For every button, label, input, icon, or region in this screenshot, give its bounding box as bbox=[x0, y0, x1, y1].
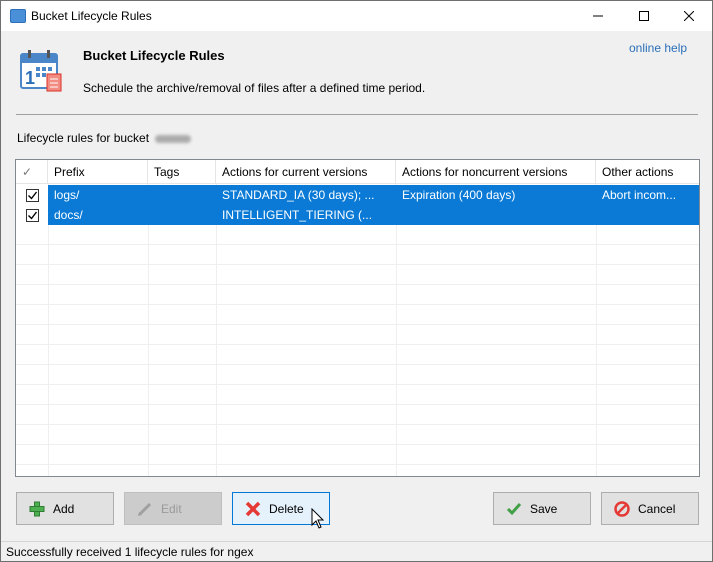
close-button[interactable] bbox=[666, 1, 712, 31]
column-header-noncurrent-actions[interactable]: Actions for noncurrent versions bbox=[396, 160, 596, 184]
maximize-icon bbox=[639, 11, 649, 21]
empty-row bbox=[16, 385, 699, 405]
rules-table[interactable]: ✓ Prefix Tags Actions for current versio… bbox=[15, 159, 700, 477]
table-header: ✓ Prefix Tags Actions for current versio… bbox=[16, 160, 699, 184]
save-button[interactable]: Save bbox=[493, 492, 591, 525]
table-row[interactable]: docs/ INTELLIGENT_TIERING (... bbox=[16, 205, 699, 225]
status-text: Successfully received 1 lifecycle rules … bbox=[6, 545, 254, 559]
edit-button-label: Edit bbox=[161, 501, 182, 516]
save-button-label: Save bbox=[530, 501, 558, 516]
online-help-link[interactable]: online help bbox=[629, 41, 687, 55]
empty-row bbox=[16, 325, 699, 345]
empty-row bbox=[16, 345, 699, 365]
add-button-label: Add bbox=[53, 501, 75, 516]
cell-current-actions: INTELLIGENT_TIERING (... bbox=[222, 208, 373, 222]
rules-label-text: Lifecycle rules for bucket bbox=[17, 131, 150, 145]
dialog-header: 1 Bucket Lifecycle Rules Schedule the ar… bbox=[1, 31, 712, 101]
window-title: Bucket Lifecycle Rules bbox=[31, 9, 152, 23]
column-header-tags[interactable]: Tags bbox=[148, 160, 216, 184]
empty-row bbox=[16, 405, 699, 425]
empty-row bbox=[16, 285, 699, 305]
cell-other-actions bbox=[596, 205, 699, 225]
empty-row bbox=[16, 225, 699, 245]
close-icon bbox=[684, 11, 694, 21]
row-checkbox-cell[interactable] bbox=[16, 205, 48, 225]
empty-row bbox=[16, 265, 699, 285]
edit-button[interactable]: Edit bbox=[124, 492, 222, 525]
calendar-icon: 1 bbox=[20, 50, 62, 92]
column-header-current-actions[interactable]: Actions for current versions bbox=[216, 160, 396, 184]
row-checkbox[interactable] bbox=[25, 208, 39, 222]
mouse-cursor-icon bbox=[311, 508, 325, 529]
delete-button-label: Delete bbox=[269, 501, 304, 516]
column-header-other-actions[interactable]: Other actions bbox=[596, 160, 699, 184]
empty-row bbox=[16, 245, 699, 265]
pencil-icon bbox=[138, 502, 152, 516]
delete-x-icon bbox=[245, 501, 261, 516]
cancel-icon bbox=[614, 500, 630, 517]
checkmark-icon bbox=[27, 211, 37, 220]
checkmark-save-icon bbox=[506, 502, 522, 515]
minimize-button[interactable] bbox=[575, 1, 621, 31]
title-bar[interactable]: Bucket Lifecycle Rules bbox=[1, 1, 712, 31]
rules-label: Lifecycle rules for bucket bbox=[17, 131, 192, 145]
cell-tags bbox=[148, 205, 216, 225]
column-header-prefix[interactable]: Prefix bbox=[48, 160, 148, 184]
checkmark-icon bbox=[27, 191, 37, 200]
empty-row bbox=[16, 305, 699, 325]
svg-text:1: 1 bbox=[25, 68, 35, 88]
status-bar: Successfully received 1 lifecycle rules … bbox=[1, 541, 712, 561]
cell-noncurrent-actions bbox=[396, 205, 596, 225]
cell-prefix: logs/ bbox=[54, 188, 80, 202]
column-header-check[interactable]: ✓ bbox=[16, 160, 48, 184]
empty-row bbox=[16, 445, 699, 465]
cell-current-actions: STANDARD_IA (30 days); ... bbox=[222, 188, 375, 202]
app-icon bbox=[10, 9, 26, 23]
empty-row bbox=[16, 425, 699, 445]
cancel-button-label: Cancel bbox=[638, 501, 676, 516]
maximize-button[interactable] bbox=[621, 1, 667, 31]
cell-prefix: docs/ bbox=[54, 208, 83, 222]
row-checkbox-cell[interactable] bbox=[16, 185, 48, 205]
bucket-name-blurred bbox=[155, 134, 192, 143]
dialog-window: Bucket Lifecycle Rules 1 Bucket Lifecycl… bbox=[0, 0, 713, 562]
plus-icon bbox=[29, 501, 45, 516]
header-separator bbox=[16, 114, 698, 115]
cell-tags bbox=[148, 185, 216, 205]
empty-row bbox=[16, 365, 699, 385]
cell-noncurrent-actions: Expiration (400 days) bbox=[402, 188, 516, 202]
row-checkbox[interactable] bbox=[25, 188, 39, 202]
header-subtitle: Schedule the archive/removal of files af… bbox=[83, 81, 426, 95]
header-title: Bucket Lifecycle Rules bbox=[83, 48, 225, 63]
minimize-icon bbox=[593, 15, 603, 17]
cell-other-actions: Abort incom... bbox=[602, 188, 677, 202]
table-row[interactable]: logs/ STANDARD_IA (30 days); ... Expirat… bbox=[16, 185, 699, 205]
add-button[interactable]: Add bbox=[16, 492, 114, 525]
cancel-button[interactable]: Cancel bbox=[601, 492, 699, 525]
